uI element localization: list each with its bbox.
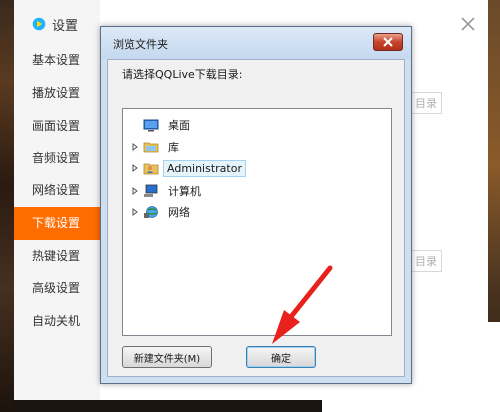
expand-arrow-icon[interactable] — [131, 208, 139, 216]
sidebar-item-autoshutdown[interactable]: 自动关机 — [14, 305, 100, 338]
sidebar-item-audio[interactable]: 音频设置 — [14, 142, 100, 175]
browse-folder-dialog: 浏览文件夹 请选择QQLive下载目录: 桌面 库 Administrator … — [100, 26, 412, 384]
sidebar-item-playback[interactable]: 播放设置 — [14, 77, 100, 110]
sidebar-item-download[interactable]: 下载设置 — [14, 207, 100, 240]
tree-item-computer[interactable]: 计算机 — [131, 181, 206, 201]
dialog-close-button[interactable] — [373, 33, 403, 51]
expand-arrow-icon[interactable] — [131, 143, 139, 151]
close-icon — [383, 37, 393, 47]
dialog-body: 请选择QQLive下载目录: 桌面 库 Administrator 计算机 网络… — [107, 59, 405, 377]
sidebar-item-network[interactable]: 网络设置 — [14, 174, 100, 207]
dialog-prompt: 请选择QQLive下载目录: — [122, 68, 243, 81]
sidebar-item-basic[interactable]: 基本设置 — [14, 44, 100, 77]
choose-directory-button-2[interactable]: 目录 — [410, 250, 442, 272]
tree-label: 网络 — [168, 206, 190, 219]
settings-sidebar: 设置 基本设置 播放设置 画面设置 音频设置 网络设置 下载设置 热键设置 高级… — [14, 0, 100, 400]
computer-icon — [144, 184, 158, 197]
expand-arrow-icon[interactable] — [131, 187, 139, 195]
sidebar-item-advanced[interactable]: 高级设置 — [14, 272, 100, 305]
library-folder-icon — [143, 142, 159, 153]
desktop-icon — [143, 119, 159, 132]
dialog-titlebar: 浏览文件夹 — [101, 27, 411, 59]
tree-item-network[interactable]: 网络 — [131, 202, 195, 222]
tree-item-desktop[interactable]: 桌面 — [131, 115, 195, 135]
folder-tree[interactable]: 桌面 库 Administrator 计算机 网络 — [122, 108, 392, 336]
tree-label: Administrator — [163, 159, 246, 177]
tree-label: 桌面 — [168, 119, 190, 132]
app-title: 设置 — [32, 13, 78, 35]
choose-directory-button[interactable]: 目录 — [410, 92, 442, 114]
qqlive-logo-icon — [32, 17, 46, 31]
expand-arrow-icon[interactable] — [131, 164, 139, 172]
sidebar-item-hotkey[interactable]: 热键设置 — [14, 240, 100, 273]
close-icon[interactable] — [458, 14, 478, 34]
ok-button[interactable]: 确定 — [246, 346, 316, 368]
new-folder-button[interactable]: 新建文件夹(M) — [122, 346, 212, 368]
tree-label: 库 — [168, 141, 179, 154]
tree-item-library[interactable]: 库 — [131, 137, 184, 157]
dialog-title: 浏览文件夹 — [113, 38, 168, 51]
tree-item-administrator[interactable]: Administrator — [131, 158, 246, 178]
background-poster-left — [0, 0, 14, 412]
sidebar-item-picture[interactable]: 画面设置 — [14, 110, 100, 143]
app-title-text: 设置 — [52, 18, 79, 34]
network-icon — [144, 206, 158, 218]
tree-label: 计算机 — [168, 185, 201, 198]
user-folder-icon — [143, 163, 159, 175]
